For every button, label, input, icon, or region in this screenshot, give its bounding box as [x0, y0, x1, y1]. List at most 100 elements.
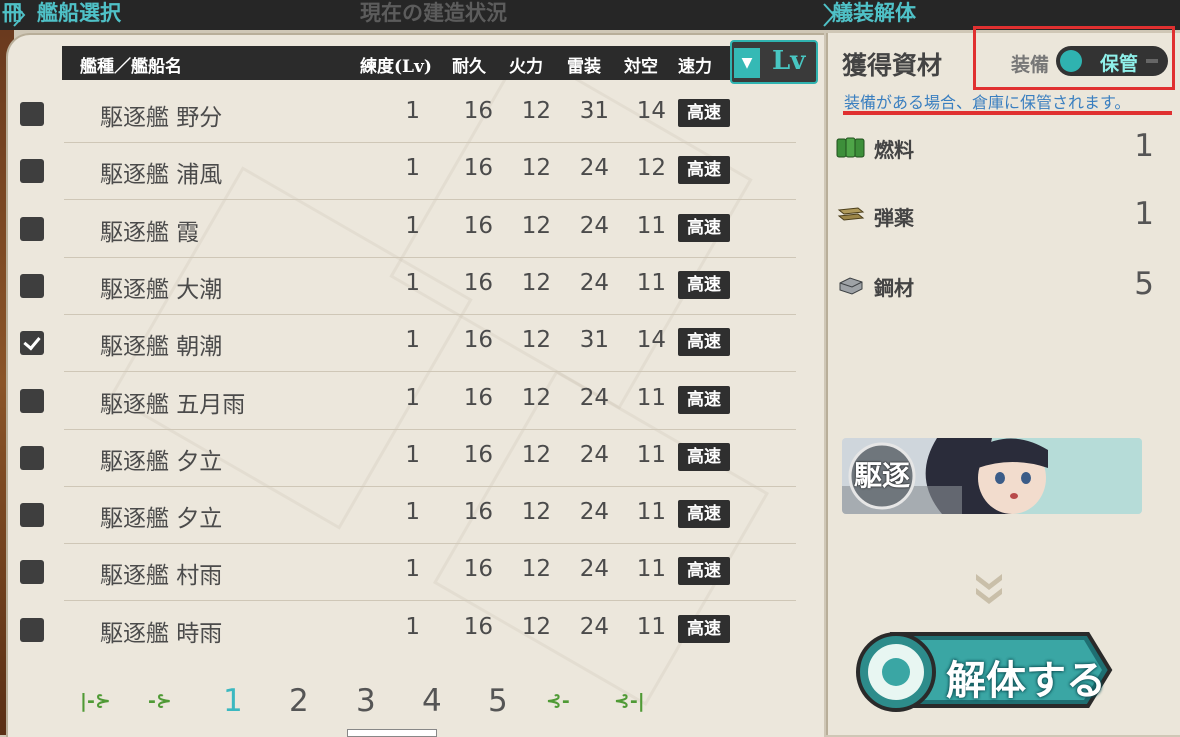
highlight-underline — [843, 111, 1172, 115]
resource-ammo: 弾薬 1 — [834, 196, 1164, 236]
row-checkbox[interactable] — [20, 159, 44, 184]
row-checkbox[interactable] — [20, 503, 44, 528]
stat-fp: 12 — [521, 499, 551, 526]
table-row[interactable]: 駆逐艦 野分 1 16 12 31 14 高速 — [14, 86, 796, 143]
stat-fp: 12 — [521, 441, 551, 468]
bottom-tab — [347, 729, 437, 737]
stat-tp: 24 — [579, 212, 609, 239]
resources-title: 獲得資材 — [842, 51, 943, 80]
row-checkbox[interactable] — [20, 560, 44, 585]
page-4[interactable]: 4 — [422, 683, 442, 719]
stat-lv: 1 — [405, 556, 420, 583]
resource-value: 1 — [1134, 128, 1154, 164]
speed-badge: 高速 — [678, 270, 730, 299]
stat-tp: 24 — [579, 269, 609, 296]
resource-name: 弾薬 — [874, 206, 914, 230]
page-3[interactable]: 3 — [356, 683, 376, 719]
ship-select-title-text: 艦船選択 — [37, 1, 121, 25]
ship-type-badge: 駆逐 — [854, 459, 911, 492]
ship-name: 駆逐艦 大潮 — [100, 276, 223, 303]
stat-lv: 1 — [405, 155, 420, 182]
resource-name: 鋼材 — [874, 276, 914, 300]
col-firepower[interactable]: 火力 — [509, 52, 543, 77]
resource-name: 燃料 — [874, 138, 914, 162]
page-1[interactable]: 1 — [223, 683, 243, 719]
stat-aa: 12 — [636, 155, 666, 182]
table-row[interactable]: 駆逐艦 霞 1 16 12 24 11 高速 — [14, 201, 796, 258]
row-checkbox[interactable] — [20, 617, 44, 642]
stat-hp: 16 — [463, 155, 493, 182]
stat-hp: 16 — [463, 269, 493, 296]
stat-hp: 16 — [463, 212, 493, 239]
down-arrow-icon — [976, 574, 1002, 604]
stat-fp: 12 — [521, 327, 551, 354]
prev-page-button[interactable]: -⊱ — [148, 690, 172, 712]
resource-steel: 鋼材 5 — [834, 266, 1164, 306]
stat-tp: 24 — [579, 556, 609, 583]
ship-name: 駆逐艦 五月雨 — [100, 391, 246, 418]
sort-label: Lv — [772, 46, 806, 76]
table-row[interactable]: 駆逐艦 大潮 1 16 12 24 11 高速 — [14, 258, 796, 315]
page-5[interactable]: 5 — [488, 683, 508, 719]
last-page-button[interactable]: ⊰-| — [614, 690, 645, 712]
stat-tp: 24 — [579, 441, 609, 468]
row-checkbox[interactable] — [20, 331, 44, 356]
col-level[interactable]: 練度(Lv) — [360, 52, 432, 77]
col-antiair[interactable]: 対空 — [624, 52, 658, 77]
row-checkbox[interactable] — [20, 445, 44, 470]
stat-aa: 11 — [636, 441, 666, 468]
stat-fp: 12 — [521, 384, 551, 411]
ship-name: 駆逐艦 野分 — [100, 105, 223, 131]
stat-hp: 16 — [463, 98, 493, 124]
table-row[interactable]: 駆逐艦 五月雨 1 16 12 24 11 高速 — [14, 373, 796, 430]
stat-hp: 16 — [463, 327, 493, 354]
stat-tp: 24 — [579, 384, 609, 411]
ship-name: 駆逐艦 朝潮 — [100, 334, 223, 361]
stat-tp: 24 — [579, 155, 609, 182]
sort-button[interactable]: ▼ Lv — [730, 40, 818, 84]
stat-aa: 11 — [636, 269, 666, 296]
table-row[interactable]: 駆逐艦 夕立 1 16 12 24 11 高速 — [14, 430, 796, 487]
table-row[interactable]: 駆逐艦 浦風 1 16 12 24 12 高速 — [14, 143, 796, 201]
resource-value: 1 — [1134, 196, 1154, 232]
col-hp[interactable]: 耐久 — [452, 52, 486, 77]
stat-hp: 16 — [463, 499, 493, 526]
table-row[interactable]: 駆逐艦 夕立 1 16 12 24 11 高速 — [14, 487, 796, 545]
table-row[interactable]: 駆逐艦 村雨 1 16 12 24 11 高速 — [14, 544, 796, 602]
scrap-title: 艤装解体 — [832, 1, 916, 25]
table-row[interactable]: 駆逐艦 時雨 1 16 12 24 11 高速 — [14, 602, 796, 659]
chevron-right-icon — [13, 3, 26, 27]
speed-badge: 高速 — [678, 557, 730, 586]
ship-portrait-card: 駆逐 — [842, 438, 1142, 514]
speed-badge: 高速 — [678, 328, 730, 357]
speed-badge: 高速 — [678, 385, 730, 414]
stat-tp: 31 — [579, 98, 609, 124]
row-checkbox[interactable] — [20, 273, 44, 298]
col-ship-name[interactable]: 艦種／艦船名 — [80, 52, 182, 77]
stat-fp: 12 — [521, 269, 551, 296]
first-page-button[interactable]: |-⊱ — [80, 690, 111, 712]
col-torpedo[interactable]: 雷装 — [567, 52, 601, 77]
resource-value: 5 — [1134, 266, 1154, 302]
row-checkbox[interactable] — [20, 216, 44, 241]
stat-tp: 31 — [579, 327, 609, 354]
sort-down-icon: ▼ — [734, 48, 760, 78]
stat-hp: 16 — [463, 384, 493, 411]
fuel-icon — [836, 137, 865, 158]
page-2[interactable]: 2 — [289, 683, 309, 719]
construction-status-title: 現在の建造状況 — [360, 1, 507, 25]
speed-badge: 高速 — [678, 156, 730, 185]
row-checkbox[interactable] — [20, 102, 44, 126]
stat-fp: 12 — [521, 556, 551, 583]
table-row[interactable]: 駆逐艦 朝潮 1 16 12 31 14 高速 — [14, 315, 796, 373]
stat-lv: 1 — [405, 441, 420, 468]
stat-lv: 1 — [405, 98, 420, 124]
stat-hp: 16 — [463, 441, 493, 468]
ship-name: 駆逐艦 夕立 — [100, 506, 223, 533]
next-page-button[interactable]: ⊰- — [546, 690, 570, 712]
col-speed[interactable]: 速力 — [678, 52, 712, 77]
row-checkbox[interactable] — [20, 388, 44, 413]
speed-badge: 高速 — [678, 213, 730, 242]
stat-fp: 12 — [521, 155, 551, 182]
stat-hp: 16 — [463, 613, 493, 640]
